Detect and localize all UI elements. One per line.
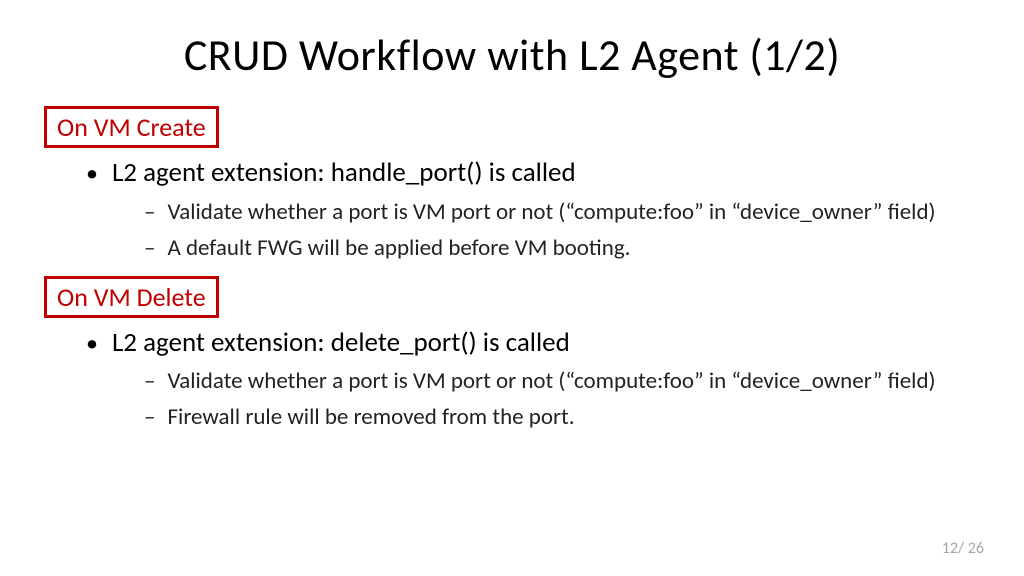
page-sep: / [958,539,964,558]
section-label-create: On VM Create [44,106,219,148]
slide-body: CRUD Workflow with L2 Agent (1/2) On VM … [0,0,1024,459]
bullet-level1: L2 agent extension: handle_port() is cal… [108,156,976,190]
page-number: 12/ 26 [942,539,984,558]
section-on-vm-create: On VM Create L2 agent extension: handle_… [48,100,976,264]
bullet-level2: Validate whether a port is VM port or no… [166,367,976,397]
bullet-level2: Validate whether a port is VM port or no… [166,198,976,228]
bullet-level1: L2 agent extension: delete_port() is cal… [108,326,976,360]
page-total: 26 [968,539,984,558]
slide-title: CRUD Workflow with L2 Agent (1/2) [48,28,976,82]
bullet-level2: A default FWG will be applied before VM … [166,234,976,264]
bullet-level2: Firewall rule will be removed from the p… [166,403,976,433]
page-current: 12 [942,539,958,558]
section-on-vm-delete: On VM Delete L2 agent extension: delete_… [48,270,976,434]
section-label-delete: On VM Delete [44,276,219,318]
